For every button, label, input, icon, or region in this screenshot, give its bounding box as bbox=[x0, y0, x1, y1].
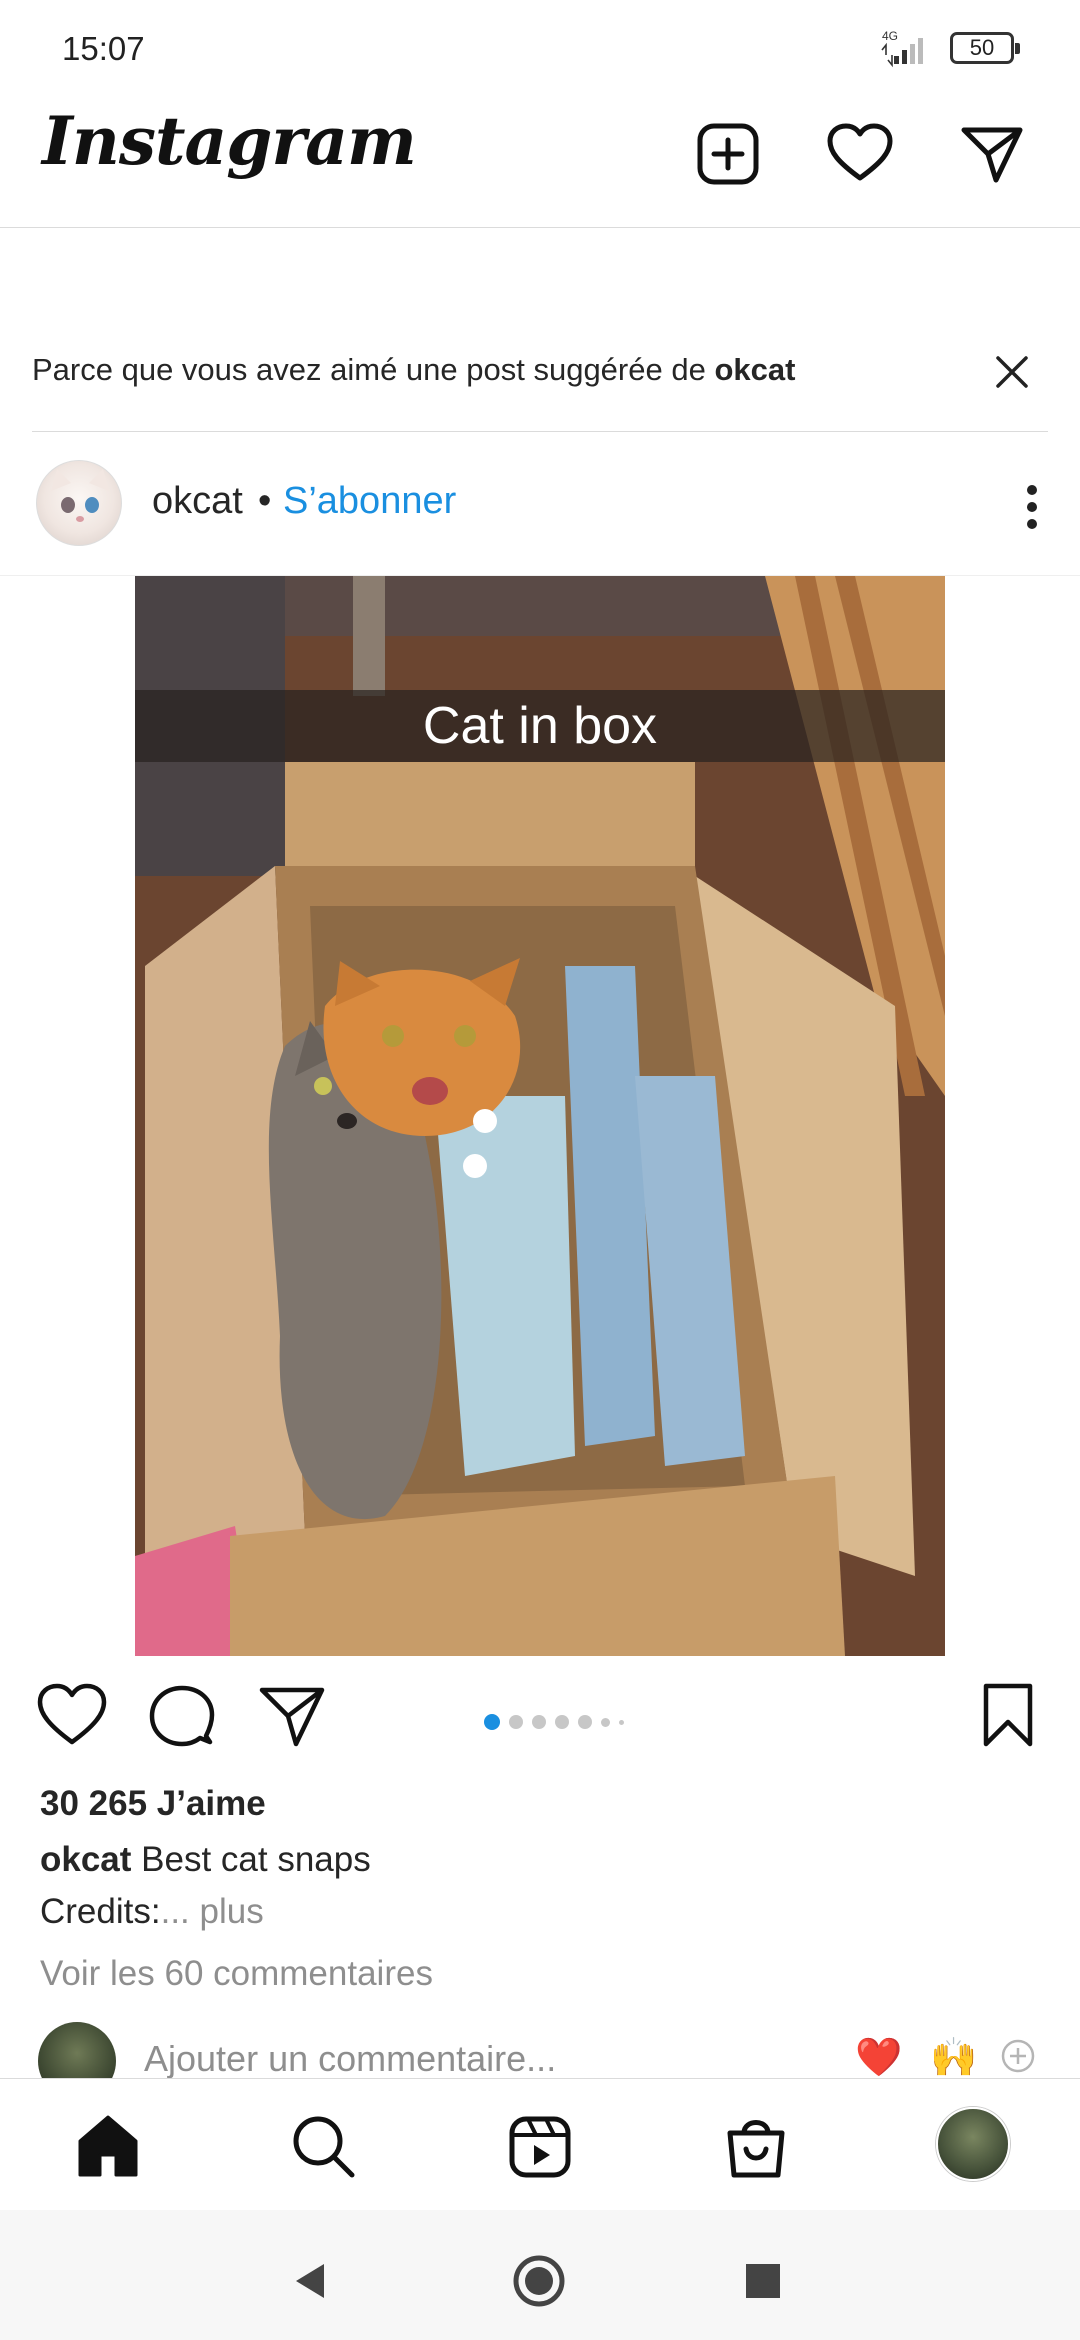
system-nav-bar bbox=[0, 2210, 1080, 2340]
instagram-logo[interactable]: Instagram bbox=[42, 102, 417, 180]
more-link[interactable]: ... plus bbox=[161, 1892, 264, 1931]
follow-button[interactable]: S’abonner bbox=[283, 480, 456, 523]
back-icon[interactable] bbox=[284, 2254, 338, 2308]
carousel-dot bbox=[578, 1715, 592, 1729]
comment-icon[interactable] bbox=[146, 1680, 218, 1752]
search-icon[interactable] bbox=[288, 2111, 360, 2183]
carousel-indicator bbox=[484, 1712, 624, 1732]
svg-text:4G: 4G bbox=[882, 29, 898, 43]
post-caption: okcat Best cat snaps bbox=[40, 1840, 371, 1880]
suggestion-banner: Parce que vous avez aimé une post suggér… bbox=[32, 340, 1048, 432]
post-image[interactable]: Cat in box bbox=[135, 576, 945, 1656]
like-heart-icon[interactable] bbox=[36, 1680, 108, 1752]
reaction-heart[interactable]: ❤️ bbox=[855, 2036, 902, 2078]
carousel-dot bbox=[619, 1719, 624, 1725]
carousel-dot bbox=[509, 1715, 523, 1729]
save-bookmark-icon[interactable] bbox=[972, 1680, 1044, 1752]
caption-username[interactable]: okcat bbox=[40, 1840, 131, 1879]
status-bar: 15:07 4G 50 bbox=[0, 0, 1080, 100]
post-username[interactable]: okcat bbox=[152, 480, 243, 523]
new-post-icon[interactable] bbox=[692, 118, 764, 190]
carousel-dot bbox=[532, 1715, 546, 1729]
battery-level: 50 bbox=[969, 35, 995, 60]
suggestion-reason: Parce que vous avez aimé une post suggér… bbox=[32, 352, 715, 387]
reaction-raised-hands[interactable]: 🙌 bbox=[930, 2036, 977, 2078]
bottom-nav bbox=[0, 2078, 1080, 2210]
post-actions bbox=[0, 1680, 1080, 1760]
suggestion-text: Parce que vous avez aimé une post suggér… bbox=[32, 352, 795, 388]
activity-heart-icon[interactable] bbox=[824, 118, 896, 190]
add-comment-row: Ajouter un commentaire... ❤️ 🙌 bbox=[0, 2018, 1080, 2078]
carousel-dot bbox=[555, 1715, 569, 1729]
more-options-icon[interactable] bbox=[1024, 482, 1040, 532]
shop-icon[interactable] bbox=[720, 2111, 792, 2183]
app-header: Instagram bbox=[0, 100, 1080, 228]
separator-dot: • bbox=[258, 480, 272, 522]
reels-icon[interactable] bbox=[504, 2111, 576, 2183]
add-emoji-icon[interactable] bbox=[1000, 2038, 1036, 2074]
view-comments-link[interactable]: Voir les 60 commentaires bbox=[40, 1954, 433, 1994]
carousel-dot bbox=[484, 1714, 500, 1730]
caption-text: Best cat snaps bbox=[141, 1840, 371, 1879]
home-circle-icon[interactable] bbox=[512, 2254, 566, 2308]
avatar[interactable] bbox=[36, 460, 122, 546]
suggestion-account[interactable]: okcat bbox=[714, 352, 795, 387]
comment-input[interactable]: Ajouter un commentaire... bbox=[144, 2038, 556, 2078]
image-caption: Cat in box bbox=[135, 690, 945, 762]
share-icon[interactable] bbox=[256, 1680, 328, 1752]
profile-avatar[interactable] bbox=[936, 2107, 1010, 2181]
likes-count[interactable]: 30 265 J’aime bbox=[40, 1784, 266, 1824]
post-header: okcat • S’abonner bbox=[0, 432, 1080, 576]
signal-icon: 4G bbox=[876, 28, 936, 68]
recents-square-icon[interactable] bbox=[736, 2254, 790, 2308]
direct-messages-icon[interactable] bbox=[956, 118, 1028, 190]
close-icon[interactable] bbox=[990, 350, 1034, 394]
credits-text: Credits: bbox=[40, 1892, 161, 1931]
home-icon[interactable] bbox=[72, 2111, 144, 2183]
avatar bbox=[38, 2022, 116, 2078]
status-time: 15:07 bbox=[62, 30, 145, 67]
carousel-dot bbox=[601, 1717, 610, 1727]
battery-icon: 50 bbox=[950, 32, 1020, 64]
caption-credits: Credits:... plus bbox=[40, 1892, 264, 1932]
